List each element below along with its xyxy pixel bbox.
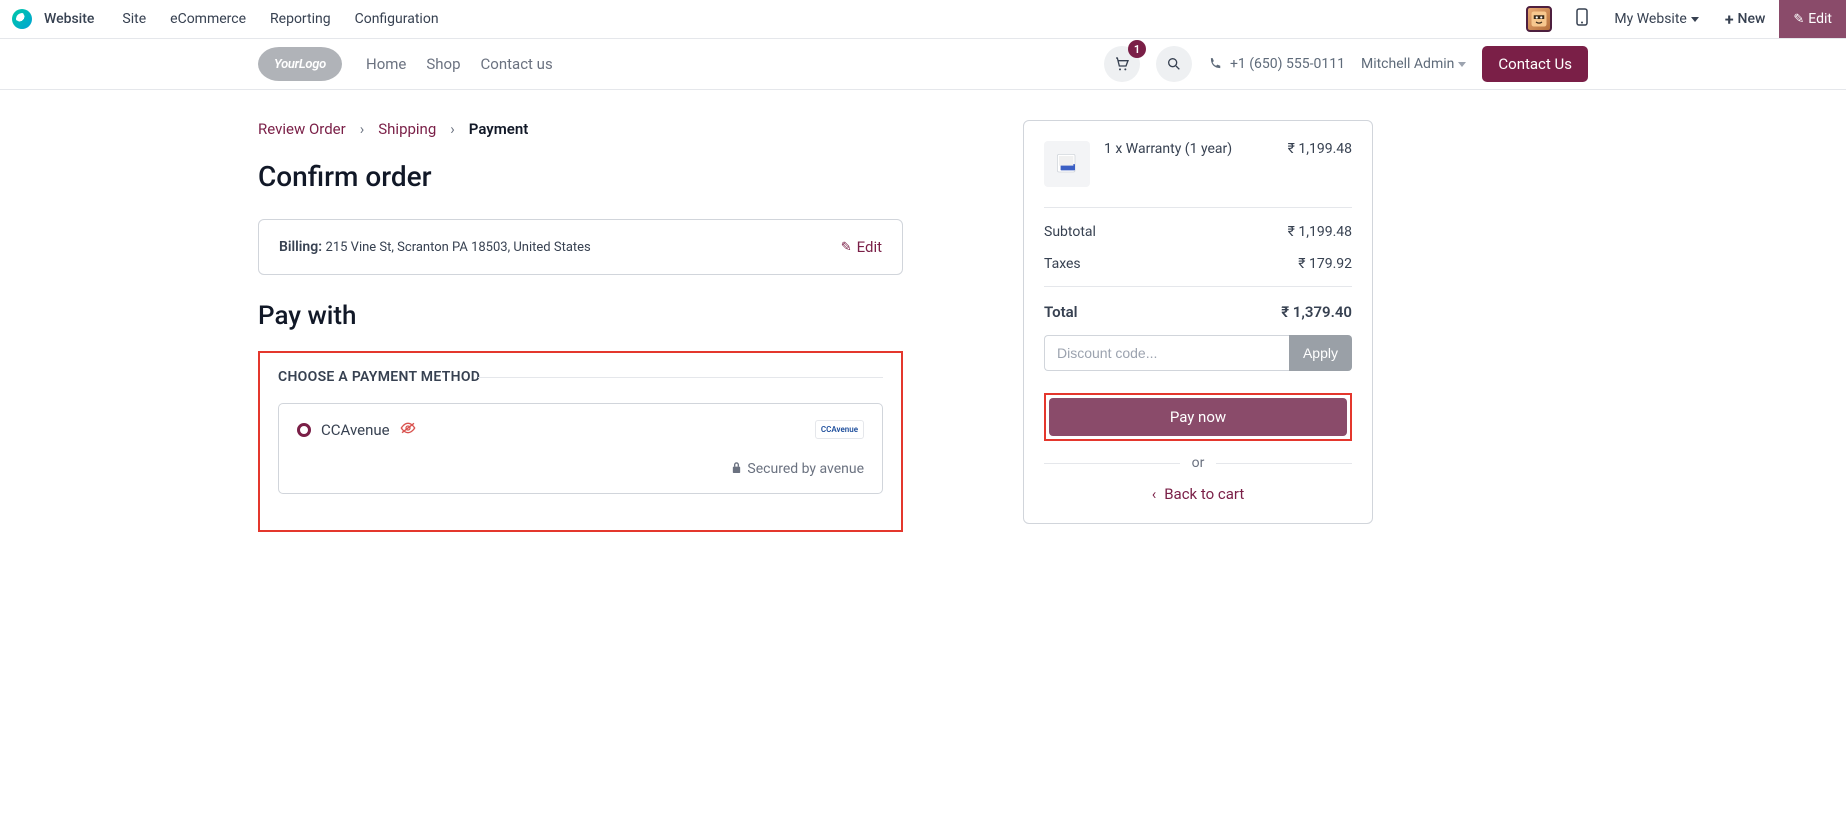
breadcrumb: Review Order › Shipping › Payment [258,120,903,138]
payment-method-left: CCAvenue [297,421,416,439]
site-nav-inner: YourLogo Home Shop Contact us 1 +1 (650)… [258,39,1588,89]
contact-us-button[interactable]: Contact Us [1482,46,1588,82]
item-qty-name: 1 x Warranty (1 year) [1104,141,1232,187]
item-price: ₹ 1,199.48 [1288,141,1352,187]
or-divider: or [1044,455,1352,471]
new-label: New [1738,11,1766,27]
billing-label: Billing: [279,239,322,255]
app-name[interactable]: Website [44,11,94,27]
admin-right: My Website + New ✎ Edit [1526,0,1846,38]
edit-label: Edit [857,238,882,256]
total-value: ₹ 1,379.40 [1281,303,1352,321]
caret-down-icon [1691,17,1699,22]
back-to-cart-link[interactable]: ‹ Back to cart [1044,485,1352,503]
product-thumbnail [1044,141,1090,187]
total-label: Total [1044,303,1078,321]
chevron-right-icon: › [360,120,365,138]
website-switcher[interactable]: My Website [1602,11,1710,27]
user-avatar-icon[interactable] [1526,6,1552,32]
choose-payment-heading: CHOOSE A PAYMENT METHOD [278,369,883,385]
cart-icon [1114,56,1130,72]
billing-address: 215 Vine St, Scranton PA 18503, United S… [326,240,591,255]
secured-row: Secured by avenue [297,461,864,477]
checkout-left: Review Order › Shipping › Payment Confir… [258,120,903,532]
admin-menu: Site eCommerce Reporting Configuration [122,11,438,27]
paynow-highlight: Pay now [1044,393,1352,441]
payment-method-highlight: CHOOSE A PAYMENT METHOD CCAvenue CCAvenu… [258,351,903,532]
admin-menu-site[interactable]: Site [122,11,146,27]
summary-item-text: 1 x Warranty (1 year) ₹ 1,199.48 [1104,141,1352,187]
plus-icon: + [1725,10,1734,29]
pencil-icon: ✎ [1793,12,1804,27]
billing-info: Billing: 215 Vine St, Scranton PA 18503,… [279,239,591,255]
payment-method-row[interactable]: CCAvenue CCAvenue [297,420,864,439]
payment-method-name: CCAvenue [321,421,390,439]
payment-method-box: CCAvenue CCAvenue Secured by avenue [278,403,883,494]
total-row: Total ₹ 1,379.40 [1044,286,1352,335]
edit-label: Edit [1808,11,1832,27]
summary-item-row: 1 x Warranty (1 year) ₹ 1,199.48 [1044,141,1352,208]
mobile-preview-icon[interactable] [1564,8,1600,30]
admin-menu-ecommerce[interactable]: eCommerce [170,11,246,27]
edit-button[interactable]: ✎ Edit [1779,0,1846,38]
user-menu[interactable]: Mitchell Admin [1361,56,1466,72]
crumb-payment: Payment [469,120,528,138]
order-summary: 1 x Warranty (1 year) ₹ 1,199.48 Subtota… [1023,120,1373,524]
subtotal-value: ₹ 1,199.48 [1288,224,1352,240]
taxes-label: Taxes [1044,256,1081,272]
discount-row: Apply [1044,335,1352,371]
page-title: Confirm order [258,160,903,193]
chevron-right-icon: › [450,120,455,138]
pencil-icon: ✎ [841,240,852,255]
crumb-shipping[interactable]: Shipping [378,120,436,138]
chevron-left-icon: ‹ [1152,485,1157,503]
taxes-row: Taxes ₹ 179.92 [1044,248,1352,280]
nav-home[interactable]: Home [366,55,406,73]
website-switcher-label: My Website [1614,11,1686,27]
odoo-logo-icon [12,9,32,29]
eye-slash-icon [400,422,416,438]
discount-code-input[interactable] [1044,335,1289,371]
site-nav: YourLogo Home Shop Contact us 1 +1 (650)… [0,39,1846,90]
subtotal-row: Subtotal ₹ 1,199.48 [1044,208,1352,248]
site-logo[interactable]: YourLogo [258,47,342,81]
lock-icon [731,461,742,474]
payment-provider-logo: CCAvenue [815,420,864,439]
edit-billing-link[interactable]: ✎ Edit [841,238,882,256]
cart-button[interactable]: 1 [1104,46,1140,82]
phone-display: +1 (650) 555-0111 [1208,56,1345,72]
radio-selected-icon[interactable] [297,423,311,437]
secured-text: Secured by avenue [747,461,864,477]
search-icon [1166,56,1182,72]
crumb-review[interactable]: Review Order [258,120,346,138]
nav-contact[interactable]: Contact us [481,55,553,73]
nav-shop[interactable]: Shop [426,55,460,73]
phone-icon [1208,57,1222,71]
main-container: Review Order › Shipping › Payment Confir… [258,90,1588,572]
site-nav-right: 1 +1 (650) 555-0111 Mitchell Admin Conta… [1104,46,1588,82]
cart-badge: 1 [1128,40,1146,58]
admin-top-bar: Website Site eCommerce Reporting Configu… [0,0,1846,39]
admin-menu-configuration[interactable]: Configuration [355,11,439,27]
admin-menu-reporting[interactable]: Reporting [270,11,331,27]
admin-left: Website Site eCommerce Reporting Configu… [12,9,439,29]
taxes-value: ₹ 179.92 [1298,256,1352,272]
new-button[interactable]: + New [1713,10,1778,29]
pay-now-button[interactable]: Pay now [1049,398,1347,436]
apply-discount-button[interactable]: Apply [1289,335,1352,371]
site-links: Home Shop Contact us [366,55,553,73]
pay-with-heading: Pay with [258,301,903,331]
back-label: Back to cart [1164,485,1244,503]
order-summary-col: 1 x Warranty (1 year) ₹ 1,199.48 Subtota… [1023,120,1373,532]
billing-box: Billing: 215 Vine St, Scranton PA 18503,… [258,219,903,275]
subtotal-label: Subtotal [1044,224,1096,240]
user-name: Mitchell Admin [1361,56,1454,72]
phone-number: +1 (650) 555-0111 [1230,56,1345,72]
search-button[interactable] [1156,46,1192,82]
caret-down-icon [1458,62,1466,67]
